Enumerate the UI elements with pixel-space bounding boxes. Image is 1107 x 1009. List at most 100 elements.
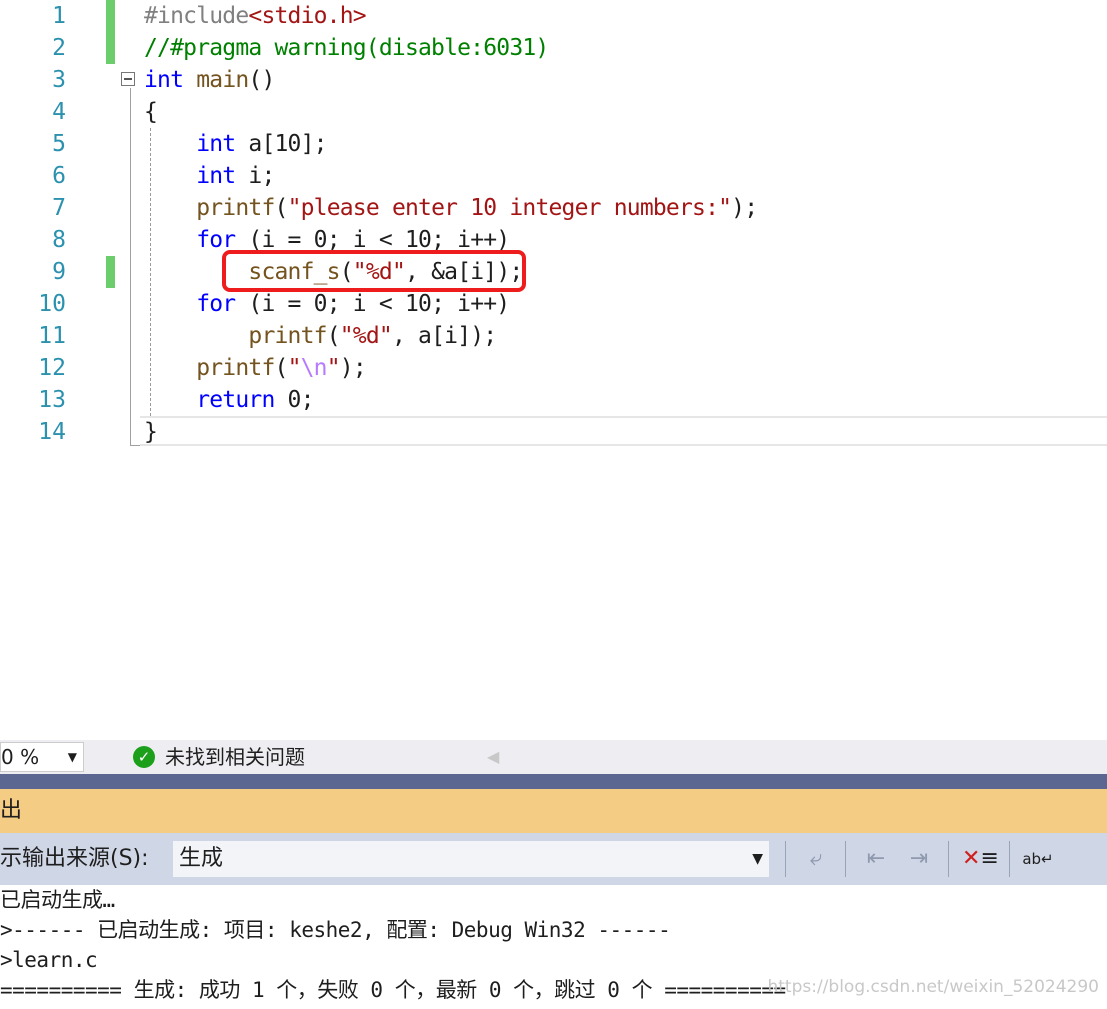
code-token: int [144, 67, 184, 93]
code-line[interactable]: printf("%d", a[i]); [144, 320, 497, 352]
chevron-down-icon: ▼ [752, 851, 763, 867]
toolbar-separator [785, 841, 786, 877]
output-source-label: 示输出来源(S): [0, 846, 149, 871]
code-line[interactable]: for (i = 0; i < 10; i++) [144, 288, 510, 320]
code-token: a[10]; [235, 131, 327, 157]
code-token: } [144, 419, 158, 445]
code-token: ( [274, 195, 289, 221]
code-token: printf [248, 323, 327, 349]
code-line[interactable]: int i; [144, 160, 275, 192]
code-token: (i = 0; i < 10; i++) [235, 291, 510, 317]
change-indicator [106, 0, 115, 64]
watermark-text: https://blog.csdn.net/weixin_52024290 [767, 977, 1099, 997]
code-token: return [196, 387, 275, 413]
code-token: ); [339, 355, 367, 381]
go-to-location-icon[interactable]: ⤶ [800, 843, 832, 875]
code-token: #include [144, 3, 249, 29]
fold-guide [130, 88, 131, 446]
code-token: for [196, 291, 236, 317]
code-token: ); [731, 195, 758, 221]
current-line-indicator [140, 416, 1107, 446]
zoom-value: 0 % [1, 745, 40, 769]
code-token: i; [235, 163, 275, 189]
code-editor[interactable]: 1 2 3 4 5 6 7 8 9 10 11 12 13 14 #include<stdio.h>//#… [0, 0, 1107, 740]
change-indicator [106, 256, 115, 288]
output-panel-title-bar: 出 [0, 789, 1107, 833]
code-line[interactable]: } [144, 416, 158, 448]
code-token: ( [274, 355, 289, 381]
code-token: " [287, 355, 302, 381]
word-wrap-icon[interactable]: ab↵ [1022, 843, 1054, 875]
code-line[interactable]: { [144, 96, 158, 128]
output-text-area[interactable]: 已启动生成… >------ 已启动生成: 项目: keshe2, 配置: De… [0, 885, 1107, 1009]
code-token: \n [300, 355, 328, 381]
line-number: 14 [38, 419, 66, 445]
collapse-icon[interactable] [121, 72, 135, 86]
output-panel-title: 出 [0, 798, 23, 823]
line-number: 9 [52, 259, 66, 285]
line-number: 2 [52, 35, 66, 61]
code-token: "%d" [339, 323, 393, 349]
output-line: 已启动生成… [0, 888, 115, 912]
code-token: { [144, 99, 158, 125]
code-line[interactable]: //#pragma warning(disable:6031) [144, 32, 549, 64]
code-token: , a[i]); [391, 323, 497, 349]
next-message-icon[interactable]: ⇥ [903, 843, 935, 875]
line-number: 7 [52, 195, 66, 221]
code-token: "please enter 10 integer numbers:" [287, 195, 732, 221]
check-circle-icon: ✓ [133, 746, 155, 768]
annotation-highlight-box [222, 250, 526, 292]
line-number: 6 [52, 163, 66, 189]
output-source-value: 生成 [179, 846, 224, 871]
line-number: 4 [52, 99, 66, 125]
line-number: 13 [38, 387, 66, 413]
line-number: 10 [38, 291, 66, 317]
code-token: printf [196, 195, 275, 221]
code-token: int [196, 131, 236, 157]
code-token: <stdio.h> [248, 3, 366, 29]
output-toolbar: 示输出来源(S): 生成 ▼ ⤶ ⇤ ⇥ ✕≡ ab↵ [0, 833, 1107, 885]
previous-message-icon[interactable]: ⇤ [860, 843, 892, 875]
panel-separator [0, 774, 1107, 789]
code-token: main [196, 67, 249, 93]
scroll-left-icon[interactable]: ◀ [487, 747, 499, 766]
code-token: () [248, 67, 275, 93]
toolbar-separator [948, 841, 949, 877]
code-line[interactable]: return 0; [144, 384, 314, 416]
code-line[interactable]: int a[10]; [144, 128, 327, 160]
code-line[interactable]: printf("\n"); [144, 352, 367, 384]
line-number: 1 [52, 3, 66, 29]
line-number: 11 [38, 323, 66, 349]
toolbar-separator [845, 841, 846, 877]
issues-status-text[interactable]: 未找到相关问题 [165, 744, 305, 770]
output-line: >------ 已启动生成: 项目: keshe2, 配置: Debug Win… [0, 918, 671, 942]
toolbar-separator [1009, 841, 1010, 877]
code-token: " [326, 355, 341, 381]
clear-all-icon[interactable]: ✕≡ [962, 843, 999, 875]
code-line[interactable]: printf("please enter 10 integer numbers:… [144, 192, 758, 224]
output-line: ========== 生成: 成功 1 个，失败 0 个，最新 0 个，跳过 0… [0, 978, 786, 1002]
line-number: 5 [52, 131, 66, 157]
chevron-down-icon: ▼ [67, 750, 77, 764]
code-line[interactable]: int main() [144, 64, 275, 96]
line-number: 12 [38, 355, 66, 381]
line-number: 3 [52, 67, 66, 93]
output-source-select[interactable]: 生成 ▼ [172, 840, 770, 878]
line-number: 8 [52, 227, 66, 253]
output-line: >learn.c [0, 948, 98, 972]
code-token: printf [196, 355, 275, 381]
editor-status-bar: 0 % ▼ ✓ 未找到相关问题 ◀ [0, 740, 1107, 774]
zoom-select[interactable]: 0 % ▼ [0, 742, 84, 772]
code-token: int [196, 163, 236, 189]
code-token: //#pragma warning(disable:6031) [144, 35, 549, 61]
code-line[interactable]: #include<stdio.h> [144, 0, 367, 32]
